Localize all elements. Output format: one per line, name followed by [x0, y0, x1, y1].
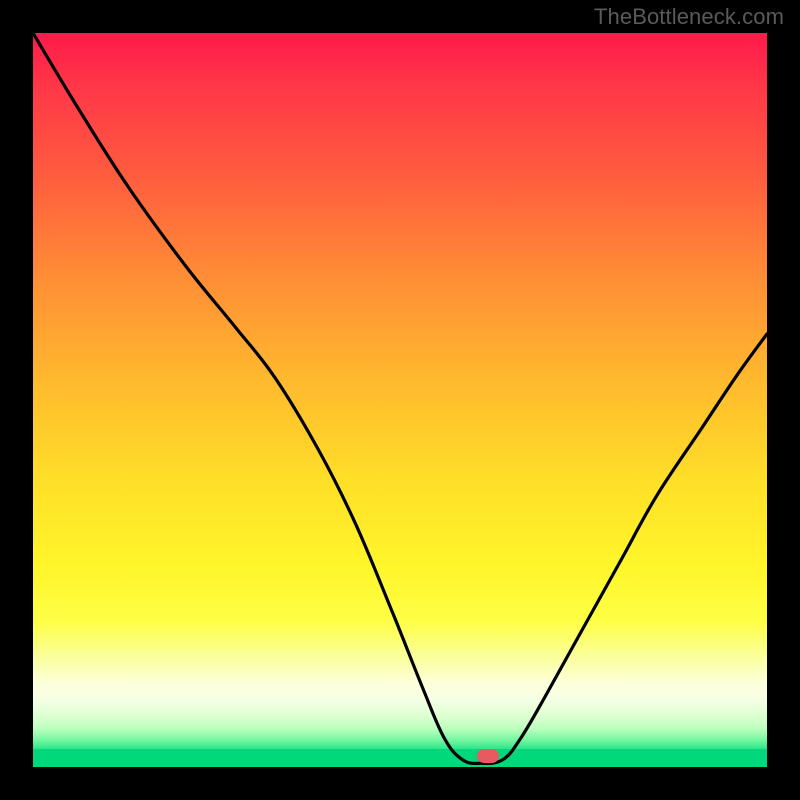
watermark-text: TheBottleneck.com	[594, 4, 784, 30]
chart-frame: TheBottleneck.com	[0, 0, 800, 800]
plot-area	[33, 33, 767, 767]
bottleneck-curve	[33, 33, 767, 767]
optimum-marker	[477, 749, 499, 763]
